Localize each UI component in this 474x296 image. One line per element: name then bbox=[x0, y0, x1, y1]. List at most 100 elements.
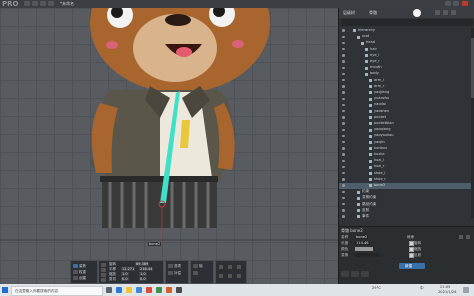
tree-item[interactable]: hierarchy bbox=[339, 28, 474, 34]
tree-item[interactable]: eye_r bbox=[339, 59, 474, 65]
tree-item[interactable]: pocket bbox=[339, 115, 474, 121]
tree-item[interactable]: yaoqiang bbox=[339, 127, 474, 133]
tree-item[interactable]: mouth bbox=[339, 65, 474, 71]
store-icon[interactable] bbox=[136, 287, 142, 293]
tree-item[interactable]: yaojin bbox=[339, 140, 474, 146]
weights-button[interactable] bbox=[73, 270, 78, 274]
visibility-eye-icon[interactable] bbox=[342, 140, 345, 144]
pose-button[interactable] bbox=[73, 264, 78, 268]
view-a-icon[interactable] bbox=[219, 265, 223, 269]
visibility-eye-icon[interactable] bbox=[342, 165, 345, 169]
bone-length-field[interactable]: 114.46 bbox=[355, 241, 370, 245]
file-explorer-icon[interactable] bbox=[126, 287, 132, 293]
filter-icon[interactable] bbox=[413, 9, 421, 17]
visibility-eye-icon[interactable] bbox=[342, 109, 345, 113]
transform-mode-select[interactable] bbox=[355, 253, 379, 257]
translate-x-field[interactable]: 12.271 bbox=[121, 267, 136, 271]
mode-icon[interactable] bbox=[48, 1, 54, 6]
panel-menu-icon[interactable] bbox=[451, 10, 456, 15]
scale-x-field[interactable]: 1.0 bbox=[121, 272, 129, 276]
visibility-eye-icon[interactable] bbox=[342, 85, 345, 88]
tab-bones[interactable]: 骨骼 bbox=[369, 10, 377, 16]
visibility-eye-icon[interactable] bbox=[342, 29, 345, 32]
view-c-icon[interactable] bbox=[237, 265, 241, 269]
tree-item[interactable]: kunkou bbox=[339, 146, 474, 152]
tree-item[interactable]: kuzhe bbox=[339, 152, 474, 158]
tree-item[interactable]: root bbox=[339, 34, 474, 40]
visibility-eye-icon[interactable] bbox=[342, 178, 345, 181]
tree-search-input[interactable] bbox=[341, 19, 473, 26]
visibility-eye-icon[interactable] bbox=[342, 116, 345, 119]
bone-name-field[interactable]: bone2 bbox=[355, 235, 369, 239]
rotate-field[interactable]: 89.389 bbox=[135, 262, 150, 266]
tab-hierarchy[interactable]: 层级树 bbox=[343, 10, 355, 16]
local-axes-icon[interactable] bbox=[193, 271, 198, 275]
tree-item[interactable]: pocketbian bbox=[339, 121, 474, 127]
tree-item[interactable]: shoe_r bbox=[339, 177, 474, 183]
shear-y-field[interactable]: 0.0 bbox=[139, 277, 147, 281]
visibility-eye-icon[interactable] bbox=[342, 209, 345, 212]
visibility-eye-icon[interactable] bbox=[342, 78, 345, 82]
visibility-eye-icon[interactable] bbox=[342, 54, 345, 57]
tree-item[interactable]: hair bbox=[339, 47, 474, 53]
tree-item[interactable]: yaoshen bbox=[339, 109, 474, 115]
visibility-eye-icon[interactable] bbox=[342, 196, 345, 200]
app-icon-2[interactable] bbox=[156, 287, 162, 293]
spine-app-icon[interactable] bbox=[176, 287, 182, 293]
tree-item[interactable]: bone2 bbox=[339, 183, 474, 189]
shear-x-field[interactable]: 0.0 bbox=[121, 277, 129, 281]
bone-color-swatch[interactable] bbox=[355, 247, 373, 251]
tree-item[interactable]: yuanzhu bbox=[339, 96, 474, 102]
menu-icon[interactable] bbox=[24, 1, 30, 6]
windows-start-icon[interactable] bbox=[2, 287, 8, 293]
tree-item[interactable]: head bbox=[339, 40, 474, 46]
tree-item[interactable]: kuzi_r bbox=[339, 164, 474, 170]
bone-tool-icon[interactable] bbox=[341, 271, 349, 277]
tree-item[interactable]: shoe_l bbox=[339, 171, 474, 177]
tree-item[interactable]: 路径约束 bbox=[339, 202, 474, 208]
visibility-eye-icon[interactable] bbox=[342, 171, 345, 175]
undo-icon[interactable] bbox=[32, 1, 38, 6]
taskbar-search[interactable]: 在这里输入你要搜索的内容 bbox=[11, 286, 103, 296]
create-button[interactable] bbox=[73, 276, 78, 280]
tree-item[interactable]: yaoyoukou bbox=[339, 133, 474, 139]
visibility-eye-icon[interactable] bbox=[342, 184, 345, 187]
visibility-eye-icon[interactable] bbox=[342, 159, 345, 163]
slot-tool-icon[interactable] bbox=[351, 271, 359, 277]
maximize-icon[interactable] bbox=[453, 1, 459, 6]
visibility-eye-icon[interactable] bbox=[342, 153, 345, 156]
viewport[interactable]: bone2 bbox=[0, 8, 338, 284]
settings-icon[interactable] bbox=[435, 10, 440, 15]
tree-item[interactable]: body bbox=[339, 71, 474, 77]
edge-icon[interactable] bbox=[116, 287, 122, 293]
rotate-tool-icon[interactable] bbox=[101, 263, 106, 267]
visibility-eye-icon[interactable] bbox=[342, 190, 345, 194]
tree-item[interactable]: 事件 bbox=[339, 214, 474, 220]
notification-icon[interactable] bbox=[463, 287, 469, 293]
options-icon[interactable] bbox=[168, 264, 173, 268]
visibility-eye-icon[interactable] bbox=[342, 41, 345, 45]
minimize-icon[interactable] bbox=[445, 1, 451, 6]
visibility-eye-icon[interactable] bbox=[342, 128, 345, 132]
visibility-eye-icon[interactable] bbox=[342, 103, 345, 107]
properties-help-icon[interactable] bbox=[466, 235, 470, 239]
visibility-eye-icon[interactable] bbox=[342, 122, 345, 125]
visibility-eye-icon[interactable] bbox=[342, 147, 345, 150]
scale-y-field[interactable]: 1.0 bbox=[139, 272, 147, 276]
tree-item[interactable]: arm_r bbox=[339, 84, 474, 90]
tree-item[interactable]: yaojiang bbox=[339, 90, 474, 96]
tree-item[interactable]: kuzi_l bbox=[339, 158, 474, 164]
visibility-eye-icon[interactable] bbox=[342, 97, 345, 101]
close-icon[interactable] bbox=[462, 1, 468, 6]
translate-tool-icon[interactable] bbox=[101, 268, 106, 272]
visibility-eye-icon[interactable] bbox=[342, 66, 345, 70]
app-icon-3[interactable] bbox=[166, 287, 172, 293]
attachment-tool-icon[interactable] bbox=[361, 271, 369, 277]
visibility-eye-icon[interactable] bbox=[342, 134, 345, 138]
tree-item[interactable]: 变换约束 bbox=[339, 195, 474, 201]
visibility-eye-icon[interactable] bbox=[342, 215, 345, 218]
axes-icon[interactable] bbox=[193, 264, 198, 268]
shear-tool-icon[interactable] bbox=[101, 278, 106, 282]
app-icon-1[interactable] bbox=[146, 287, 152, 293]
input-language[interactable]: 中 bbox=[420, 286, 424, 291]
